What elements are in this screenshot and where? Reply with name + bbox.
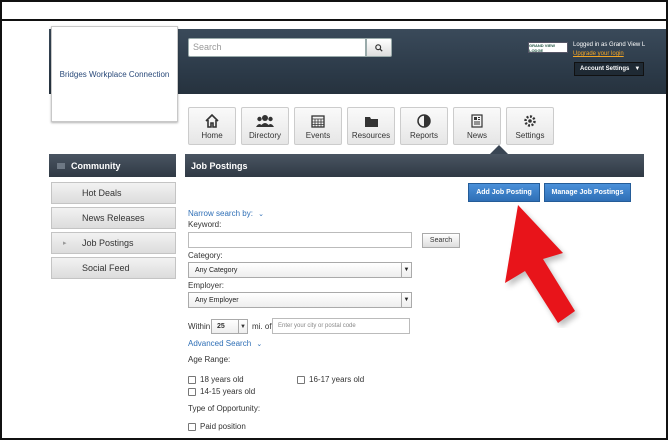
active-tab-pointer [490,145,508,154]
dropdown-arrow-icon: ▼ [238,320,247,333]
sidebar-item-job-postings[interactable]: ▸ Job Postings [51,232,176,254]
account-settings-button[interactable]: Account Settings ▼ [574,62,644,76]
search-button[interactable] [366,38,392,57]
narrow-search-label: Narrow search by: [188,209,253,218]
category-select[interactable]: Any Category ▼ [188,262,412,278]
red-arrow-annotation [505,205,578,327]
age-checkbox-14-15[interactable]: 14-15 years old [188,387,255,396]
checkbox-label: 18 years old [200,375,244,384]
nav-tile-label: News [466,131,487,140]
keyword-label: Keyword: [188,220,222,229]
sidebar-item-hot-deals[interactable]: Hot Deals [51,182,176,204]
newspaper-icon [471,114,483,128]
calendar-icon [311,115,325,128]
caret-down-icon: ▼ [634,66,641,72]
advanced-search-label: Advanced Search [188,339,252,348]
dropdown-arrow-icon: ▼ [401,263,411,277]
manage-job-postings-button[interactable]: Manage Job Postings [544,183,631,202]
checkbox-label: Paid position [200,422,246,431]
nav-tile-news[interactable]: News [453,107,501,145]
sidebar-item-label: Hot Deals [82,188,122,198]
nav-tile-settings[interactable]: Settings [506,107,554,145]
add-job-posting-button[interactable]: Add Job Posting [468,183,540,202]
main-nav: Home Directory Events Resources Reports … [188,107,559,145]
keyword-input[interactable] [188,232,412,248]
home-icon [205,114,219,128]
dropdown-arrow-icon: ▼ [401,293,411,307]
sidebar-heading-label: Community [71,160,121,171]
sidebar-item-label: Social Feed [82,263,130,273]
employer-value: Any Employer [195,296,239,304]
employer-label: Employer: [188,281,225,290]
city-postal-input[interactable]: Enter your city or postal code [272,318,410,334]
sidebar-item-label: News Releases [82,213,145,223]
page-title-label: Job Postings [191,160,248,171]
checkbox[interactable] [297,375,305,384]
people-icon [256,115,274,127]
nav-tile-home[interactable]: Home [188,107,236,145]
chevron-right-icon: ▸ [63,240,67,247]
chevron-down-icon: ⌄ [256,341,263,348]
distance-value: 25 [217,323,225,330]
nav-tile-label: Events [305,131,331,140]
checkbox[interactable] [188,375,196,384]
sidebar-heading: Community [49,154,176,177]
nav-tile-reports[interactable]: Reports [400,107,448,145]
brand-logo: GRAND VIEW LODGE [528,42,568,53]
account-settings-label: Account Settings [580,66,630,72]
checkbox-label: 14-15 years old [200,387,256,396]
screenshot-frame: Bridges Workplace Connection Search GRAN… [0,0,668,440]
category-value: Any Category [195,266,238,274]
upgrade-login-link[interactable]: Upgrade your login [573,51,624,57]
advanced-search-toggle[interactable]: Advanced Search ⌄ [188,339,262,348]
org-name: Bridges Workplace Connection [59,69,170,79]
nav-tile-events[interactable]: Events [294,107,342,145]
paid-position-checkbox[interactable]: Paid position [188,422,246,431]
checkbox[interactable] [188,422,196,431]
search-input[interactable]: Search [188,38,366,57]
category-label: Category: [188,251,223,260]
gear-icon [524,115,536,127]
checkbox-label: 16-17 years old [309,375,365,384]
within-label: Within [188,322,211,331]
community-icon [57,162,65,169]
nav-tile-label: Resources [351,131,391,140]
checkbox[interactable] [188,387,196,396]
nav-tile-label: Home [201,131,223,140]
nav-tile-label: Reports [409,131,438,140]
age-checkbox-16-17[interactable]: 16-17 years old [297,375,364,384]
sidebar-item-social-feed[interactable]: Social Feed [51,257,176,279]
nav-tile-label: Directory [248,131,281,140]
nav-tile-label: Settings [515,131,545,140]
logged-in-text: Logged in as Grand View L [573,42,646,48]
distance-select[interactable]: 25 ▼ [211,319,248,334]
page-title: Job Postings [185,154,644,177]
org-logo[interactable]: Bridges Workplace Connection [51,26,178,122]
mi-of-label: mi. of [252,322,272,331]
keyword-search-button[interactable]: Search [422,233,460,248]
opportunity-type-label: Type of Opportunity: [188,404,261,413]
pie-chart-icon [417,114,431,128]
sidebar-item-label: Job Postings [82,238,134,248]
top-bar [2,2,666,21]
search-icon [375,43,383,52]
chevron-down-icon: ⌄ [258,211,265,218]
nav-tile-resources[interactable]: Resources [347,107,395,145]
nav-tile-directory[interactable]: Directory [241,107,289,145]
folder-icon [364,117,378,127]
narrow-search-toggle[interactable]: Narrow search by: ⌄ [188,209,264,218]
employer-select[interactable]: Any Employer ▼ [188,292,412,308]
age-checkbox-18[interactable]: 18 years old [188,375,244,384]
sidebar-item-news-releases[interactable]: News Releases [51,207,176,229]
age-range-label: Age Range: [188,355,231,364]
